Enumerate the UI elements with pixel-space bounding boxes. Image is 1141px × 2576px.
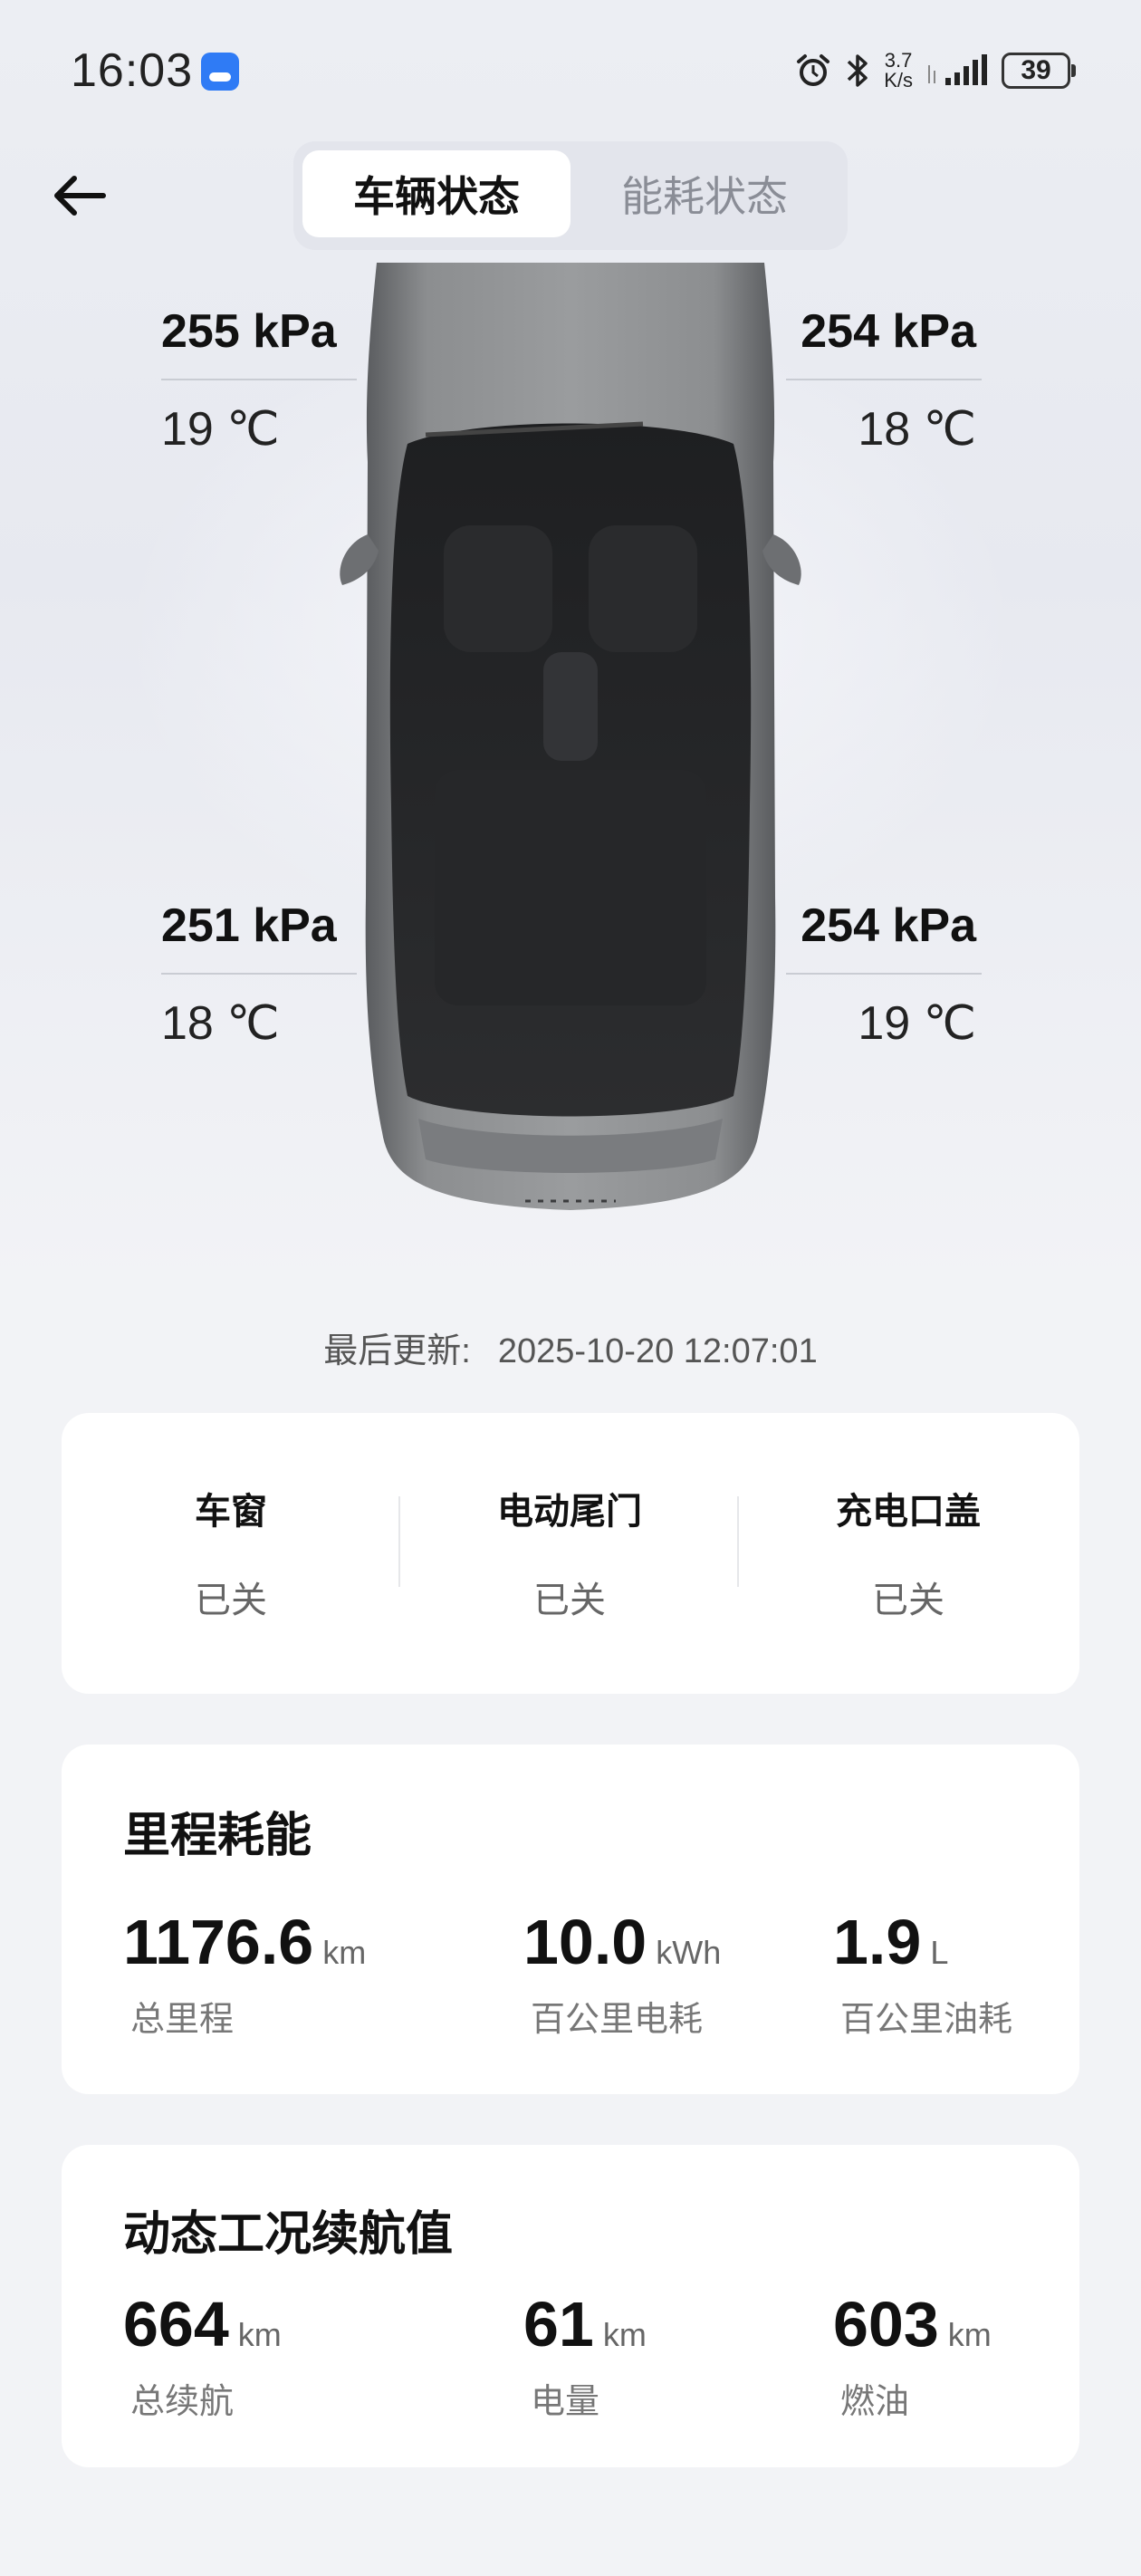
last-update-time: 2025-10-20 12:07:01 [497, 1332, 818, 1370]
bluetooth-icon [847, 54, 868, 87]
metric-unit: km [947, 2316, 992, 2353]
metric-label: 总里程 [130, 2001, 235, 2039]
battery-icon: 39 [1002, 53, 1076, 89]
metric-value: 603 [833, 2289, 939, 2360]
metric-value: 1176.6 [123, 1907, 314, 1977]
metric-value: 1.9 [833, 1907, 922, 1977]
metric-electric-range: 61 km 电量 [523, 2288, 647, 2423]
dynamic-range-card: 动态工况续航值 664 km 总续航 61 km 电量 603 km 燃油 [62, 2145, 1079, 2467]
status-bar: 16:03 3.7 K/s 39 [0, 0, 1141, 136]
closure-state: 已关 [872, 1581, 944, 1620]
metric-fuel-consumption: 1.9 L 百公里油耗 [833, 1906, 1012, 2041]
tire-temperature: 18 ℃ [161, 997, 280, 1050]
metric-value: 664 [123, 2289, 229, 2360]
status-time: 16:03 [71, 44, 194, 97]
tire-front-left: 255 kPa 19 ℃ [161, 304, 357, 457]
net-speed-value: 3.7 [884, 49, 913, 72]
closure-charge-port: 充电口盖 已关 [739, 1482, 1078, 1623]
back-button[interactable] [43, 159, 116, 232]
metric-unit: L [930, 1934, 949, 1971]
tire-temperature: 19 ℃ [161, 403, 280, 456]
tire-rear-left: 251 kPa 18 ℃ [161, 899, 357, 1051]
tab-vehicle-status[interactable]: 车辆状态 [302, 150, 570, 237]
closures-card: 车窗 已关 电动尾门 已关 充电口盖 已关 [62, 1413, 1079, 1694]
closure-power-tailgate: 电动尾门 已关 [400, 1482, 739, 1623]
net-speed: 3.7 K/s [884, 51, 913, 91]
net-speed-unit: K/s [884, 69, 913, 91]
tire-rear-right: 254 kPa 19 ℃ [786, 899, 982, 1051]
metric-total-range: 664 km 总续航 [123, 2288, 282, 2423]
metric-label: 总续航 [130, 2383, 235, 2421]
closure-name: 充电口盖 [836, 1492, 981, 1532]
closure-name: 电动尾门 [497, 1492, 642, 1532]
metric-value: 61 [523, 2289, 594, 2360]
status-icons: 3.7 K/s 39 [795, 45, 1076, 96]
closure-state: 已关 [533, 1581, 606, 1620]
tire-temperature: 19 ℃ [858, 997, 976, 1050]
closure-window: 车窗 已关 [62, 1482, 400, 1623]
divider [161, 379, 357, 380]
last-update: 最后更新: 2025-10-20 12:07:01 [0, 1322, 1141, 1372]
metric-value: 10.0 [523, 1907, 647, 1977]
tire-temperature: 18 ℃ [858, 403, 976, 456]
closure-name: 车窗 [195, 1492, 267, 1532]
arrow-left-icon [54, 176, 106, 216]
tire-front-right: 254 kPa 18 ℃ [786, 304, 982, 457]
last-update-label: 最后更新: [323, 1332, 471, 1370]
metric-label: 电量 [531, 2383, 600, 2421]
metric-unit: km [322, 1934, 367, 1971]
divider [786, 379, 982, 380]
tire-pressure: 254 kPa [801, 899, 976, 952]
card-title: 里程耗能 [123, 1810, 312, 1862]
tab-switcher: 车辆状态 能耗状态 [293, 141, 848, 250]
card-title: 动态工况续航值 [123, 2208, 454, 2261]
metric-label: 燃油 [840, 2383, 910, 2421]
app-badge-icon [201, 53, 239, 91]
metric-unit: km [602, 2316, 647, 2353]
closure-state: 已关 [195, 1581, 267, 1620]
alarm-icon [797, 54, 830, 86]
tire-pressure: 254 kPa [801, 305, 976, 358]
mileage-energy-card: 里程耗能 1176.6 km 总里程 10.0 kWh 百公里电耗 1.9 L 百公里… [62, 1745, 1079, 2094]
metric-label: 百公里油耗 [840, 2001, 1013, 2039]
metric-label: 百公里电耗 [531, 2001, 704, 2039]
metric-unit: kWh [656, 1934, 722, 1971]
metric-power-consumption: 10.0 kWh 百公里电耗 [523, 1906, 721, 2041]
metric-fuel-range: 603 km 燃油 [833, 2288, 992, 2423]
tab-energy-status[interactable]: 能耗状态 [570, 150, 839, 237]
metric-unit: km [237, 2316, 282, 2353]
tire-pressure: 255 kPa [161, 305, 337, 358]
tire-pressure: 251 kPa [161, 899, 337, 952]
divider [161, 973, 357, 975]
signal-icon [928, 54, 987, 85]
metric-total-mileage: 1176.6 km 总里程 [123, 1906, 366, 2041]
divider [786, 973, 982, 975]
car-top-view-image [340, 263, 801, 1210]
